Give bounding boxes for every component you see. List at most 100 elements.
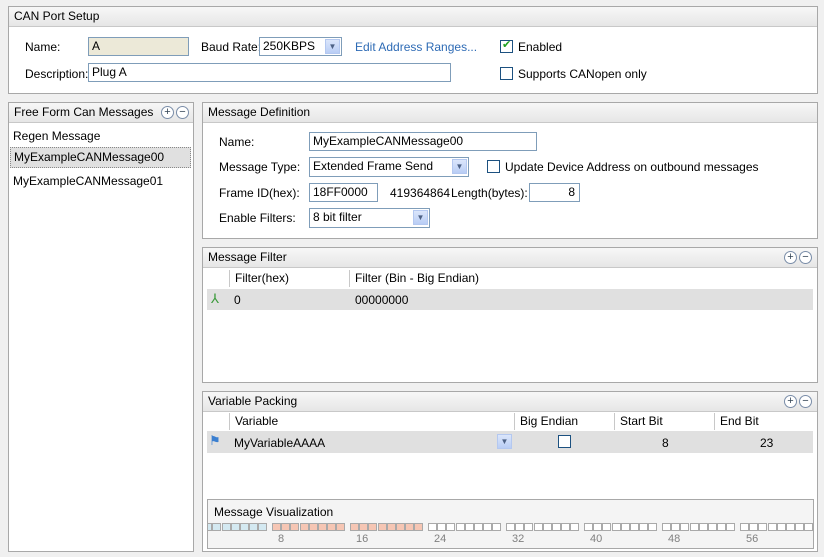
- bit-cell: [767, 523, 777, 531]
- chevron-down-icon[interactable]: ▼: [325, 39, 340, 54]
- message-name-input[interactable]: MyExampleCANMessage00: [309, 132, 537, 151]
- message-type-select[interactable]: Extended Frame Send ▼: [309, 157, 469, 177]
- bit-cell: [593, 523, 603, 531]
- remove-variable-button[interactable]: −: [799, 395, 812, 408]
- message-name-label: Name:: [219, 135, 255, 149]
- update-address-label: Update Device Address on outbound messag…: [505, 160, 759, 174]
- list-item[interactable]: Regen Message: [13, 129, 100, 143]
- big-endian-checkbox[interactable]: [558, 435, 571, 448]
- chevron-down-icon[interactable]: ▼: [497, 434, 512, 449]
- bit-ticks: 8 16 24 32 40 48 56: [208, 533, 813, 547]
- length-label: Length(bytes):: [451, 186, 528, 200]
- column-header-start-bit[interactable]: Start Bit: [614, 413, 663, 430]
- variable-flag-icon: ⚑: [209, 433, 221, 448]
- bit-cell: [758, 523, 768, 531]
- bit-cell: [437, 523, 447, 531]
- add-variable-button[interactable]: +: [784, 395, 797, 408]
- bit-cell: [740, 523, 749, 531]
- list-item[interactable]: MyExampleCANMessage01: [13, 174, 163, 188]
- table-row[interactable]: ⅄ 0 00000000: [207, 289, 813, 310]
- bit-cell: [240, 523, 249, 531]
- filter-hex-cell[interactable]: 0: [234, 293, 241, 307]
- panel-title: CAN Port Setup: [9, 7, 817, 27]
- bit-cell: [726, 523, 736, 531]
- bit-cell: [515, 523, 525, 531]
- bit-cell: [708, 523, 717, 531]
- bit-cell: [318, 523, 327, 531]
- enable-filters-select[interactable]: 8 bit filter ▼: [309, 208, 430, 228]
- bit-cell: [630, 523, 639, 531]
- bit-cell: [749, 523, 759, 531]
- panel-title: Message Definition: [203, 103, 817, 123]
- remove-filter-button[interactable]: −: [799, 251, 812, 264]
- column-header-filter-bin[interactable]: Filter (Bin - Big Endian): [349, 270, 479, 287]
- description-input[interactable]: Plug A: [88, 63, 451, 82]
- bit-grid: [208, 523, 813, 532]
- edit-address-ranges-link[interactable]: Edit Address Ranges...: [355, 40, 477, 54]
- bit-cell: [249, 523, 259, 531]
- messages-panel: Free Form Can Messages + − Regen Message…: [8, 102, 194, 552]
- bit-cell: [281, 523, 291, 531]
- update-address-checkbox[interactable]: [487, 160, 500, 173]
- variable-cell[interactable]: MyVariableAAAA: [234, 436, 325, 450]
- bit-tick-label: 40: [590, 533, 603, 545]
- bit-cell: [377, 523, 387, 531]
- bit-cell: [327, 523, 337, 531]
- bit-cell: [230, 523, 240, 531]
- message-type-label: Message Type:: [219, 160, 301, 174]
- chevron-down-icon[interactable]: ▼: [452, 159, 467, 174]
- canopen-checkbox[interactable]: [500, 67, 513, 80]
- bit-cell: [414, 523, 424, 531]
- bit-cell: [308, 523, 318, 531]
- checkmark-icon: ✔: [502, 39, 512, 51]
- bit-cell: [396, 523, 405, 531]
- add-message-button[interactable]: +: [161, 106, 174, 119]
- bit-cell: [786, 523, 795, 531]
- column-header-end-bit[interactable]: End Bit: [714, 413, 759, 430]
- bit-cell: [542, 523, 552, 531]
- variable-packing-panel: Variable Packing + − Variable Big Endian…: [202, 391, 818, 552]
- bit-cell: [570, 523, 580, 531]
- panel-title: Variable Packing: [203, 392, 817, 412]
- bit-tick-label: 16: [356, 533, 369, 545]
- filter-node-icon: ⅄: [211, 291, 219, 306]
- add-filter-button[interactable]: +: [784, 251, 797, 264]
- baud-rate-select[interactable]: 250KBPS ▼: [259, 37, 342, 56]
- remove-message-button[interactable]: −: [176, 106, 189, 119]
- bit-cell: [299, 523, 309, 531]
- chevron-down-icon[interactable]: ▼: [413, 210, 428, 225]
- description-label: Description:: [25, 67, 89, 81]
- end-bit-cell[interactable]: 23: [760, 436, 773, 450]
- can-port-setup-panel: CAN Port Setup Name: A Baud Rate: 250KBP…: [8, 6, 818, 94]
- bit-tick-label: 8: [278, 533, 285, 545]
- bit-cell: [350, 523, 359, 531]
- bit-cell: [405, 523, 415, 531]
- bit-cell: [336, 523, 346, 531]
- frame-id-input[interactable]: 18FF0000: [309, 183, 378, 202]
- bit-cell: [795, 523, 805, 531]
- bit-cell: [258, 523, 268, 531]
- port-name-input[interactable]: A: [88, 37, 189, 56]
- column-header-variable[interactable]: Variable: [229, 413, 278, 430]
- bit-cell: [368, 523, 378, 531]
- filter-bin-cell[interactable]: 00000000: [355, 293, 408, 307]
- enable-filters-label: Enable Filters:: [219, 211, 296, 225]
- enabled-checkbox[interactable]: ✔: [500, 39, 513, 53]
- bit-cell: [455, 523, 465, 531]
- name-label: Name:: [25, 40, 61, 54]
- bit-tick-label: 32: [512, 533, 525, 545]
- column-header-filter-hex[interactable]: Filter(hex): [229, 270, 289, 287]
- variable-dropdown[interactable]: ▼: [496, 433, 513, 450]
- bit-cell: [290, 523, 300, 531]
- baud-rate-value: 250KBPS: [263, 39, 316, 53]
- bit-cell: [698, 523, 708, 531]
- table-row[interactable]: ⚑ MyVariableAAAA ▼ 8 23: [207, 431, 813, 453]
- enable-filters-value: 8 bit filter: [313, 210, 362, 224]
- start-bit-cell[interactable]: 8: [662, 436, 669, 450]
- bit-cell: [561, 523, 571, 531]
- length-input[interactable]: 8: [529, 183, 580, 202]
- bit-cell: [689, 523, 699, 531]
- column-header-big-endian[interactable]: Big Endian: [514, 413, 578, 430]
- list-item-selected[interactable]: MyExampleCANMessage00: [10, 147, 191, 168]
- message-visualization: Message Visualization 8 16 24 32 40 48 56: [207, 499, 814, 549]
